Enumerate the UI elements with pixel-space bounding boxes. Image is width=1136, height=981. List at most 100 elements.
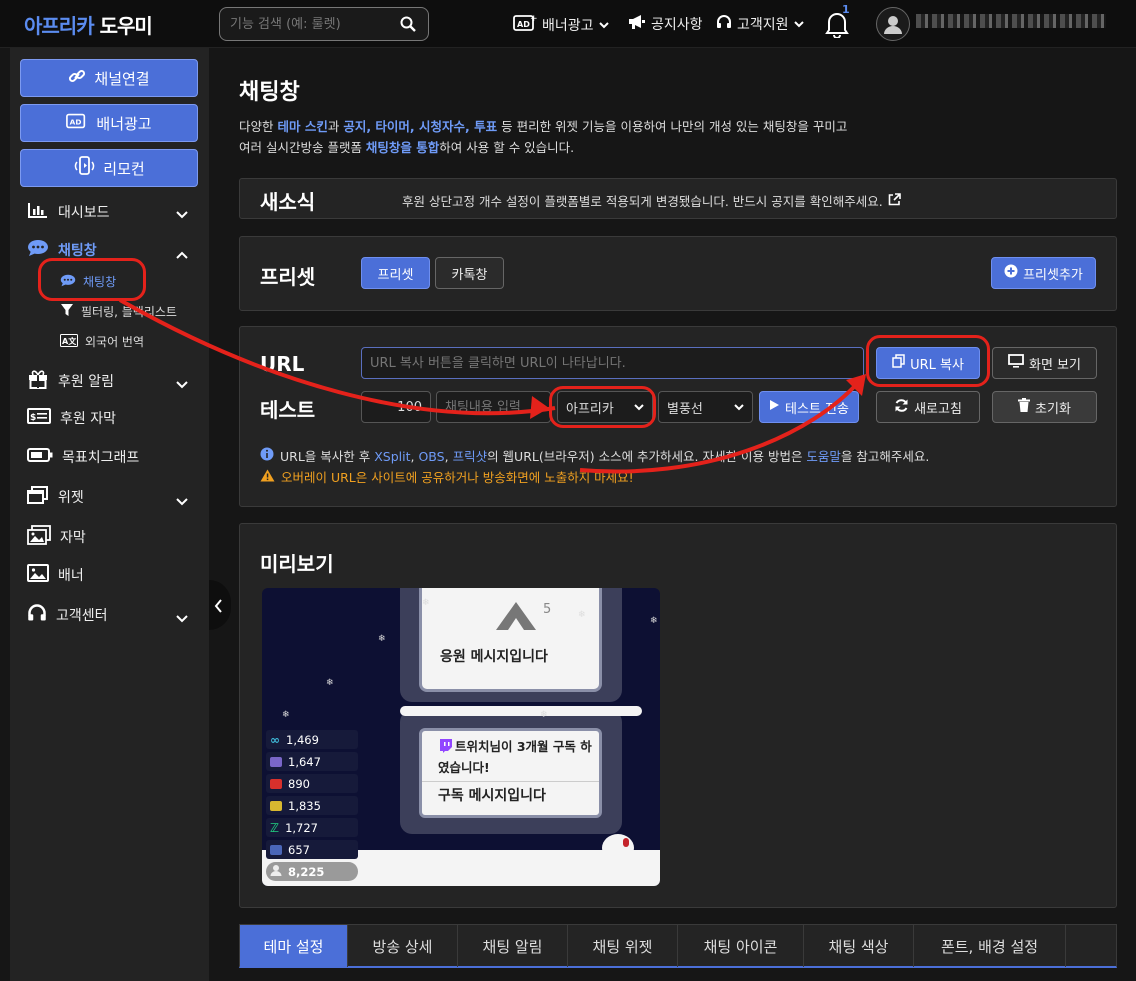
sidebar-item-banner[interactable]: 배너 (27, 564, 84, 586)
donation-type-select[interactable]: 별풍선 (658, 391, 753, 423)
megaphone-icon (628, 14, 646, 34)
preset-title: 프리셋 (260, 265, 316, 289)
chevron-down-icon (793, 16, 804, 32)
url-info: URL을 복사한 후 XSplit, OBS, 프릭샷의 웹URL(브라우저) … (260, 446, 929, 465)
images-icon (27, 525, 51, 549)
test-send-button[interactable]: 테스트 전송 (759, 391, 859, 423)
svg-text:A文: A文 (62, 336, 77, 346)
test-content-input[interactable] (436, 391, 551, 423)
chevron-down-icon (176, 204, 188, 223)
help-link[interactable]: 도움말 (806, 449, 841, 464)
prixshot-link[interactable]: 프릭샷 (453, 449, 488, 464)
chevron-down-icon (176, 491, 188, 510)
overlay-warning: 오버레이 URL은 사이트에 공유하거나 방송화면에 노출하지 마세요! (260, 467, 634, 486)
avatar[interactable] (876, 7, 910, 41)
stat-afreeca: ∞ 1,469 (266, 730, 358, 749)
preview-card: 미리보기 5 응원 메시지입니다 트위치님이 3개월 구독 하였습니다! 구독 … (239, 523, 1117, 908)
refresh-button[interactable]: 새로고침 (876, 391, 980, 423)
facebook-icon (270, 844, 282, 855)
news-card: 새소식 후원 상단고정 개수 설정이 플랫폼별로 적용되게 변경됐습니다. 반드… (239, 178, 1117, 219)
monitor-icon (1008, 354, 1024, 372)
tab-chat-widget[interactable]: 채팅 위젯 (568, 925, 678, 967)
alert-box-2: 트위치님이 3개월 구독 하였습니다! 구독 메시지입니다 (400, 706, 642, 834)
news-title: 새소식 (260, 190, 316, 214)
nav-banner-ad[interactable]: AD + 배너광고 (513, 14, 609, 36)
search-icon[interactable] (400, 16, 416, 36)
sidebar-item-subtitle[interactable]: 자막 (27, 525, 86, 549)
sidebar-item-donation-subtitle[interactable]: $ 후원 자막 (27, 408, 116, 428)
preview-title: 미리보기 (260, 552, 334, 576)
tab-chat-alert[interactable]: 채팅 알림 (458, 925, 568, 967)
highlight-platform-select (549, 386, 656, 428)
chevron-left-icon (214, 598, 222, 617)
screen-view-button[interactable]: 화면 보기 (992, 347, 1097, 379)
preset-button[interactable]: 프리셋 (361, 257, 430, 289)
chevron-down-icon (734, 400, 744, 415)
subscribe-alert: 트위치님이 3개월 구독 하였습니다! 구독 메시지입니다 (419, 728, 602, 818)
sidebar-item-donation-alert[interactable]: 후원 알림 (27, 369, 114, 393)
alert-box-1: 5 응원 메시지입니다 (400, 588, 622, 702)
stat-youtube: 890 (266, 774, 358, 793)
page-description: 다양한 테마 스킨과 공지, 타이머, 시청자수, 투표 등 편리한 위젯 기능… (239, 119, 848, 155)
channel-connect-button[interactable]: 채널연결 (20, 59, 198, 97)
snowflake-icon: ❄ (650, 616, 658, 626)
tab-broadcast-detail[interactable]: 방송 상세 (348, 925, 458, 967)
top-bar: 아프리카 도우미 AD+ 배너광고 공지사항 고객지원 1 (0, 0, 1136, 48)
test-label: 테스트 (260, 398, 316, 422)
url-field[interactable] (361, 347, 864, 379)
remote-button[interactable]: 리모컨 (20, 149, 198, 187)
preset-card: 프리셋 프리셋 카톡창 프리셋추가 (239, 236, 1117, 311)
kakao-icon (270, 800, 282, 811)
chevron-up-icon (176, 244, 188, 263)
divider (422, 781, 599, 782)
tab-chat-icon[interactable]: 채팅 아이콘 (678, 925, 804, 967)
page-title: 채팅창 (239, 80, 300, 105)
highlight-chat-menu (38, 258, 146, 301)
infinity-icon: ∞ (270, 732, 280, 747)
stat-chzzk: ℤ 1,727 (266, 818, 358, 837)
snowflake-icon: ❄ (378, 634, 386, 644)
twitch-subscribe-message: 트위치님이 3개월 구독 하였습니다! (438, 739, 592, 775)
snowman-icon (602, 834, 634, 862)
nav-support[interactable]: 고객지원 (716, 14, 804, 34)
svg-text:+: + (530, 14, 537, 24)
tab-font-background[interactable]: 폰트, 배경 설정 (914, 925, 1066, 967)
nav-notice[interactable]: 공지사항 (628, 14, 703, 34)
snowflake-icon: ❄ (540, 710, 548, 720)
sidebar-collapse-toggle[interactable] (209, 580, 231, 630)
app-logo[interactable]: 아프리카 도우미 (24, 10, 153, 39)
sidebar-item-goal-graph[interactable]: 목표치그래프 (27, 447, 139, 467)
money-bill-icon: $ (27, 408, 51, 428)
reset-button[interactable]: 초기화 (992, 391, 1097, 423)
battery-icon (27, 448, 53, 466)
add-preset-button[interactable]: 프리셋추가 (991, 257, 1096, 289)
trash-icon (1018, 398, 1031, 416)
stat-facebook: 657 (266, 840, 358, 859)
banner-ad-button[interactable]: AD 배너광고 (20, 104, 198, 142)
search-input[interactable] (230, 15, 400, 33)
stat-twitch: 1,647 (266, 752, 358, 771)
chzzk-icon: ℤ (270, 820, 280, 835)
username-redacted[interactable] (916, 14, 1106, 28)
xsplit-link[interactable]: XSplit (374, 449, 410, 464)
sidebar-item-widget[interactable]: 위젯 (27, 486, 84, 508)
warning-triangle-icon (260, 469, 275, 485)
snowflake-icon: ❄ (422, 598, 430, 608)
sidebar-sub-filter[interactable]: 필터링, 블랙리스트 (60, 303, 177, 320)
plus-circle-icon (1004, 264, 1018, 282)
kakao-preset-button[interactable]: 카톡창 (435, 257, 504, 289)
sidebar-item-dashboard[interactable]: 대시보드 (27, 201, 110, 223)
translate-icon: A文 (60, 333, 78, 350)
stat-kakao: 1,835 (266, 796, 358, 815)
rank-number: 5 (543, 602, 552, 617)
tab-chat-color[interactable]: 채팅 색상 (804, 925, 914, 967)
news-link[interactable]: 후원 상단고정 개수 설정이 플랫폼별로 적용되게 변경됐습니다. 반드시 공지… (402, 191, 901, 210)
sidebar-item-support-center[interactable]: 고객센터 (27, 603, 108, 627)
afreeca-logo-icon (494, 600, 538, 636)
snowflake-icon: ❄ (326, 678, 334, 688)
test-amount-input[interactable]: 100 (361, 391, 431, 423)
sidebar-sub-translate[interactable]: A文 외국어 번역 (60, 333, 144, 350)
obs-link[interactable]: OBS (418, 449, 444, 464)
notification-count: 1 (842, 3, 850, 16)
tab-theme[interactable]: 테마 설정 (240, 925, 348, 967)
